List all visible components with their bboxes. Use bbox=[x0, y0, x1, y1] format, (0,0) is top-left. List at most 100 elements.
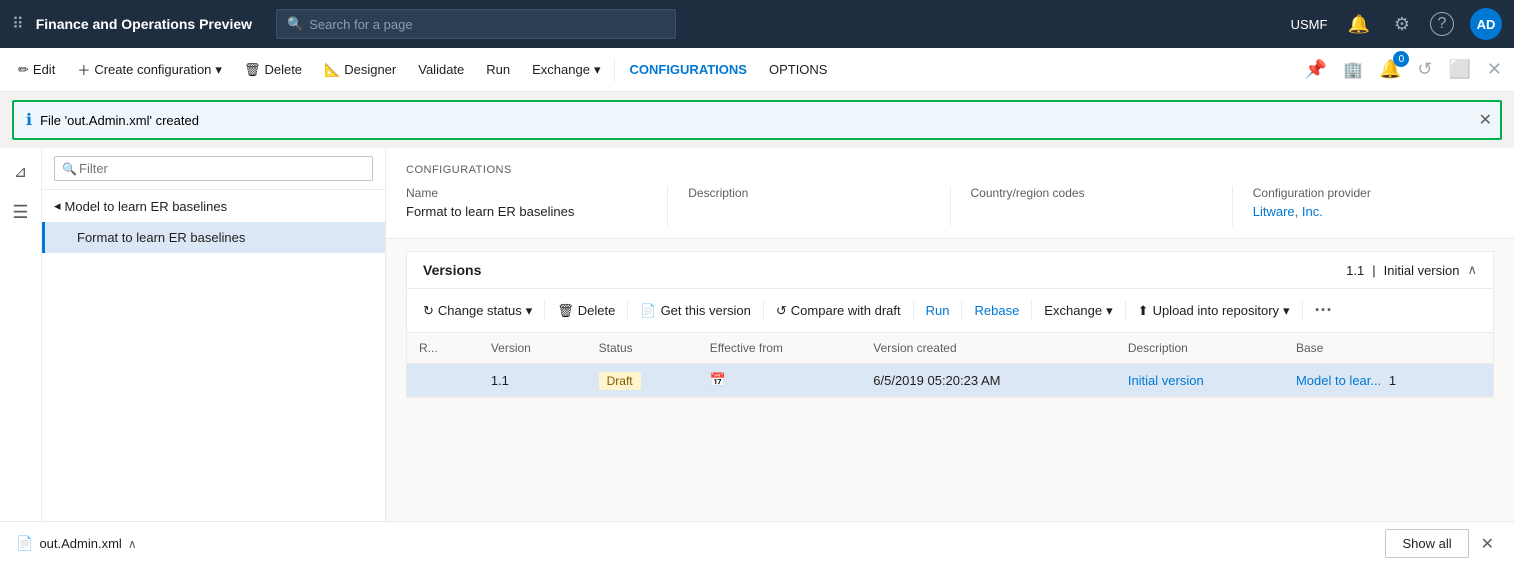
grid-icon[interactable]: ⠿ bbox=[12, 14, 24, 34]
config-provider-field: Configuration provider Litware, Inc. bbox=[1253, 186, 1494, 226]
col-version-created: Version created bbox=[861, 333, 1116, 364]
filter-wrapper: 🔍 bbox=[54, 156, 373, 181]
field-divider-3 bbox=[1232, 186, 1233, 226]
search-bar[interactable]: 🔍 Search for a page bbox=[276, 9, 676, 39]
office-icon[interactable]: 🏢 bbox=[1339, 56, 1367, 84]
version-label: Initial version bbox=[1384, 263, 1460, 278]
status-close-button[interactable]: ✕ bbox=[1477, 530, 1498, 558]
search-placeholder: Search for a page bbox=[309, 17, 412, 32]
cell-base: Model to lear... 1 bbox=[1284, 364, 1493, 397]
app-title: Finance and Operations Preview bbox=[36, 16, 252, 32]
collapse-versions-icon[interactable]: ∧ bbox=[1467, 262, 1477, 278]
vt-sep-8 bbox=[1302, 301, 1303, 321]
more-icon: ··· bbox=[1315, 300, 1333, 321]
more-options-button[interactable]: ··· bbox=[1307, 295, 1341, 326]
file-icon: 📄 bbox=[16, 535, 33, 552]
col-status: Status bbox=[587, 333, 698, 364]
versions-delete-button[interactable]: 🗑 Delete bbox=[549, 298, 623, 324]
calendar-icon[interactable]: 📅 bbox=[710, 372, 726, 387]
compare-with-draft-button[interactable]: ↺ Compare with draft bbox=[768, 298, 909, 324]
name-value: Format to learn ER baselines bbox=[406, 204, 647, 219]
vt-sep-2 bbox=[627, 301, 628, 321]
config-country-field: Country/region codes bbox=[971, 186, 1212, 226]
country-label: Country/region codes bbox=[971, 186, 1212, 200]
get-this-version-button[interactable]: 📄 Get this version bbox=[632, 298, 759, 324]
vt-sep-1 bbox=[544, 301, 545, 321]
tree-parent-item[interactable]: ◂ Model to learn ER baselines bbox=[42, 190, 385, 222]
change-status-button[interactable]: ↻ Change status ▾ bbox=[415, 298, 540, 324]
cell-version: 1.1 bbox=[479, 364, 587, 397]
notification-bar: ℹ File 'out.Admin.xml' created ✕ bbox=[12, 100, 1502, 140]
filter-input[interactable] bbox=[54, 156, 373, 181]
versions-table: R... Version Status Effective from Versi… bbox=[407, 333, 1493, 397]
config-description-field: Description bbox=[688, 186, 929, 226]
field-divider-1 bbox=[667, 186, 668, 226]
validate-button[interactable]: Validate bbox=[408, 56, 474, 83]
show-all-button[interactable]: Show all bbox=[1385, 529, 1468, 558]
change-status-icon: ↻ bbox=[423, 303, 434, 319]
plus-icon: ＋ bbox=[77, 60, 90, 79]
get-version-icon: 📄 bbox=[640, 303, 656, 319]
base-num: 1 bbox=[1389, 373, 1396, 388]
versions-header: Versions 1.1 | Initial version ∧ bbox=[407, 252, 1493, 289]
config-header: CONFIGURATIONS Name Format to learn ER b… bbox=[386, 148, 1514, 239]
avatar[interactable]: AD bbox=[1470, 8, 1502, 40]
vt-sep-5 bbox=[961, 301, 962, 321]
versions-run-button[interactable]: Run bbox=[918, 298, 958, 323]
close-window-icon[interactable]: ✕ bbox=[1483, 55, 1506, 84]
edit-button[interactable]: ✏ Edit bbox=[8, 56, 65, 84]
filter-search-icon: 🔍 bbox=[62, 162, 77, 176]
config-name-field: Name Format to learn ER baselines bbox=[406, 186, 647, 226]
tenant-label: USMF bbox=[1291, 17, 1328, 32]
versions-exchange-button[interactable]: Exchange ▾ bbox=[1036, 298, 1120, 324]
col-effective-from: Effective from bbox=[698, 333, 862, 364]
settings-icon[interactable]: ⚙ bbox=[1390, 10, 1414, 39]
left-strip: ⊿ ☰ bbox=[0, 148, 42, 565]
cell-effective-from: 📅 bbox=[698, 364, 862, 397]
description-label: Description bbox=[688, 186, 929, 200]
rebase-button[interactable]: Rebase bbox=[966, 298, 1027, 323]
options-tab[interactable]: OPTIONS bbox=[759, 56, 838, 83]
cell-version-created: 6/5/2019 05:20:23 AM bbox=[861, 364, 1116, 397]
configurations-tab[interactable]: CONFIGURATIONS bbox=[619, 56, 756, 83]
provider-value[interactable]: Litware, Inc. bbox=[1253, 204, 1494, 219]
provider-label: Configuration provider bbox=[1253, 186, 1494, 200]
table-row[interactable]: 1.1 Draft 📅 6/5/2019 05:20:23 AM Initial… bbox=[407, 364, 1493, 397]
base-link[interactable]: Model to lear... bbox=[1296, 373, 1381, 388]
version-number: 1.1 bbox=[1346, 263, 1364, 278]
versions-title: Versions bbox=[423, 262, 1346, 278]
status-file: 📄 out.Admin.xml ∧ bbox=[16, 535, 137, 552]
tree-items: ◂ Model to learn ER baselines Format to … bbox=[42, 190, 385, 565]
tree-child-label: Format to learn ER baselines bbox=[77, 230, 245, 245]
upload-into-repository-button[interactable]: ⬆ Upload into repository ▾ bbox=[1130, 298, 1298, 324]
maximize-icon[interactable]: ⬜ bbox=[1444, 55, 1474, 84]
versions-trash-icon: 🗑 bbox=[557, 303, 574, 319]
search-icon: 🔍 bbox=[287, 16, 303, 32]
notification-message: File 'out.Admin.xml' created bbox=[40, 113, 199, 128]
config-fields: Name Format to learn ER baselines Descri… bbox=[406, 186, 1494, 226]
help-icon[interactable]: ? bbox=[1430, 12, 1454, 36]
cell-description: Initial version bbox=[1116, 364, 1284, 397]
delete-button[interactable]: 🗑 Delete bbox=[234, 56, 312, 84]
run-button[interactable]: Run bbox=[476, 56, 520, 83]
tree-panel: 🔍 ◂ Model to learn ER baselines Format t… bbox=[42, 148, 386, 565]
pinned-icon[interactable]: 📌 bbox=[1301, 55, 1331, 84]
status-badge: Draft bbox=[599, 372, 641, 390]
menu-strip-icon[interactable]: ☰ bbox=[6, 196, 34, 229]
notification-close-button[interactable]: ✕ bbox=[1479, 110, 1492, 130]
description-link[interactable]: Initial version bbox=[1128, 373, 1204, 388]
notifications-icon[interactable]: 🔔 bbox=[1343, 10, 1373, 39]
version-meta-separator: | bbox=[1372, 263, 1375, 278]
exchange-button[interactable]: Exchange ▾ bbox=[522, 56, 610, 84]
tree-child-item[interactable]: Format to learn ER baselines bbox=[42, 222, 385, 253]
create-configuration-button[interactable]: ＋ Create configuration ▾ bbox=[67, 54, 232, 85]
upload-icon: ⬆ bbox=[1138, 303, 1149, 319]
notification-badge: 0 bbox=[1393, 51, 1409, 67]
edit-icon: ✏ bbox=[18, 62, 29, 78]
filter-strip-icon[interactable]: ⊿ bbox=[8, 156, 33, 188]
designer-button[interactable]: 📐 Designer bbox=[314, 56, 406, 84]
status-chevron-icon[interactable]: ∧ bbox=[128, 537, 137, 551]
separator bbox=[614, 58, 615, 82]
cell-status: Draft bbox=[587, 364, 698, 397]
refresh-icon[interactable]: ↺ bbox=[1413, 55, 1436, 84]
